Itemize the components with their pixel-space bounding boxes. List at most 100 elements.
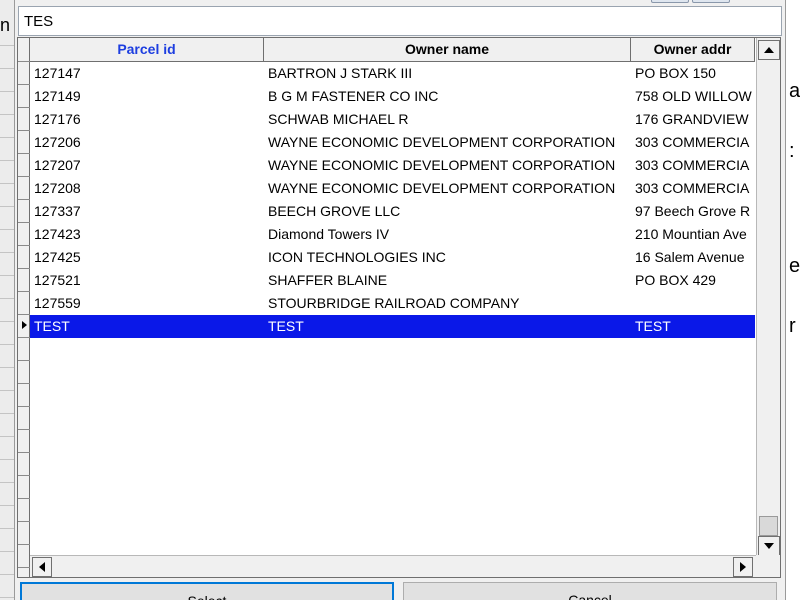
minimize-button[interactable] [651, 0, 689, 3]
row-indicator[interactable] [18, 292, 30, 315]
row-indicator[interactable] [18, 177, 30, 200]
title-bar-buttons [651, 0, 730, 3]
row-indicator[interactable] [18, 85, 30, 108]
owner-addr-cell: 758 OLD WILLOW [635, 88, 752, 104]
grid-rows: 127147 BARTRON J STARK III PO BOX 150 12714… [30, 62, 755, 338]
table-row[interactable]: 127208 WAYNE ECONOMIC DEVELOPMENT CORPORA… [30, 177, 755, 200]
maximize-button[interactable] [692, 0, 730, 3]
parcel-id-cell: 127147 [34, 65, 81, 81]
background-text: n [0, 15, 11, 35]
row-indicator[interactable] [18, 545, 30, 568]
arrow-right-icon [740, 562, 746, 572]
row-indicator[interactable] [18, 62, 30, 85]
column-header-owner-addr[interactable]: Owner addr [631, 38, 755, 61]
table-row[interactable]: 127425 ICON TECHNOLOGIES INC 16 Salem Aven… [30, 246, 755, 269]
parcel-id-cell: 127208 [34, 180, 81, 196]
owner-addr-cell: 16 Salem Avenue [635, 249, 745, 265]
table-row[interactable]: 127147 BARTRON J STARK III PO BOX 150 [30, 62, 755, 85]
parcel-search-dialog: Parcel id Owner name Owner addr 127147 BA… [14, 0, 786, 600]
row-indicator[interactable] [18, 430, 30, 453]
scroll-thumb[interactable] [759, 516, 778, 536]
row-indicator[interactable] [18, 522, 30, 545]
parcel-id-cell: 127559 [34, 295, 81, 311]
cancel-button[interactable]: Cancel [403, 582, 777, 600]
arrow-up-icon [764, 47, 774, 53]
table-row[interactable]: 127207 WAYNE ECONOMIC DEVELOPMENT CORPORA… [30, 154, 755, 177]
owner-addr-cell: 303 COMMERCIA [635, 134, 750, 150]
table-row[interactable]: 127337 BEECH GROVE LLC 97 Beech Grove R [30, 200, 755, 223]
row-indicator[interactable] [18, 361, 30, 384]
owner-name-cell: WAYNE ECONOMIC DEVELOPMENT CORPORATION [268, 180, 616, 196]
parcel-id-cell: 127176 [34, 111, 81, 127]
owner-addr-cell: 303 COMMERCIA [635, 157, 750, 173]
owner-addr-cell [631, 292, 755, 315]
background-text: as [789, 80, 800, 102]
row-indicator[interactable] [18, 200, 30, 223]
owner-name-cell: B G M FASTENER CO INC [268, 88, 439, 104]
row-indicator[interactable] [18, 407, 30, 430]
owner-name-cell: Diamond Towers IV [268, 226, 390, 242]
owner-addr-cell: 176 GRANDVIEW [635, 111, 749, 127]
row-indicator[interactable] [18, 476, 30, 499]
owner-name-cell: STOURBRIDGE RAILROAD COMPANY [268, 295, 520, 311]
owner-addr-cell: 210 Mountian Ave [635, 226, 747, 242]
table-row[interactable]: 127559 STOURBRIDGE RAILROAD COMPANY [30, 292, 755, 315]
owner-addr-cell: 97 Beech Grove R [635, 203, 751, 219]
parcel-id-cell: 127337 [34, 203, 81, 219]
parcel-id-cell: 127206 [34, 134, 81, 150]
row-indicator[interactable] [18, 223, 30, 246]
owner-name-cell: ICON TECHNOLOGIES INC [268, 249, 446, 265]
row-indicator[interactable] [18, 246, 30, 269]
parcel-grid: Parcel id Owner name Owner addr 127147 BA… [17, 37, 781, 578]
row-indicator[interactable] [18, 338, 30, 361]
column-header-owner-name[interactable]: Owner name [264, 38, 631, 61]
table-row[interactable]: 127423 Diamond Towers IV 210 Mountian Ave [30, 223, 755, 246]
scroll-left-button[interactable] [32, 557, 52, 577]
owner-name-cell: TEST [268, 318, 304, 334]
select-button[interactable]: Select [20, 582, 394, 600]
parcel-id-cell: 127207 [34, 157, 81, 173]
parcel-id-cell: 127521 [34, 272, 81, 288]
horizontal-scrollbar[interactable] [30, 555, 756, 577]
parcel-id-cell: 127149 [34, 88, 81, 104]
row-indicator-column [18, 38, 30, 577]
owner-name-cell: BARTRON J STARK III [268, 65, 413, 81]
row-indicator[interactable] [18, 453, 30, 476]
row-indicator[interactable] [18, 131, 30, 154]
current-row-arrow-icon [21, 321, 27, 329]
owner-name-cell: SHAFFER BLAINE [268, 272, 388, 288]
background-text: : [789, 140, 795, 162]
owner-name-cell: WAYNE ECONOMIC DEVELOPMENT CORPORATION [268, 157, 616, 173]
background-text: r [789, 315, 796, 337]
search-input[interactable] [18, 6, 782, 36]
owner-name-cell: BEECH GROVE LLC [268, 203, 401, 219]
table-row[interactable]: 127149 B G M FASTENER CO INC 758 OLD WILLO… [30, 85, 755, 108]
owner-addr-cell: PO BOX 150 [635, 65, 716, 81]
column-header-parcel-id[interactable]: Parcel id [30, 38, 264, 61]
table-row[interactable]: TEST TEST TEST [30, 315, 755, 338]
row-indicator[interactable] [18, 384, 30, 407]
owner-addr-cell: 303 COMMERCIA [635, 180, 750, 196]
owner-name-cell: SCHWAB MICHAEL R [268, 111, 409, 127]
row-indicator[interactable] [18, 108, 30, 131]
arrow-down-icon [764, 543, 774, 549]
vertical-scrollbar[interactable] [756, 38, 780, 556]
parcel-id-cell: TEST [34, 318, 70, 334]
owner-addr-cell: PO BOX 429 [635, 272, 716, 288]
background-text: e [789, 255, 800, 277]
scroll-up-button[interactable] [758, 40, 780, 60]
scroll-right-button[interactable] [733, 557, 753, 577]
table-row[interactable]: 127176 SCHWAB MICHAEL R 176 GRANDVIEW [30, 108, 755, 131]
row-indicator[interactable] [18, 39, 30, 62]
table-row[interactable]: 127521 SHAFFER BLAINE PO BOX 429 [30, 269, 755, 292]
owner-name-cell: WAYNE ECONOMIC DEVELOPMENT CORPORATION [268, 134, 616, 150]
grid-header: Parcel id Owner name Owner addr [30, 38, 755, 62]
arrow-left-icon [39, 562, 45, 572]
row-indicator[interactable] [18, 154, 30, 177]
row-indicator[interactable] [18, 499, 30, 522]
table-row[interactable]: 127206 WAYNE ECONOMIC DEVELOPMENT CORPORA… [30, 131, 755, 154]
parcel-id-cell: 127425 [34, 249, 81, 265]
row-indicator[interactable] [18, 269, 30, 292]
row-indicator[interactable] [18, 315, 30, 338]
scroll-down-button[interactable] [758, 536, 780, 556]
